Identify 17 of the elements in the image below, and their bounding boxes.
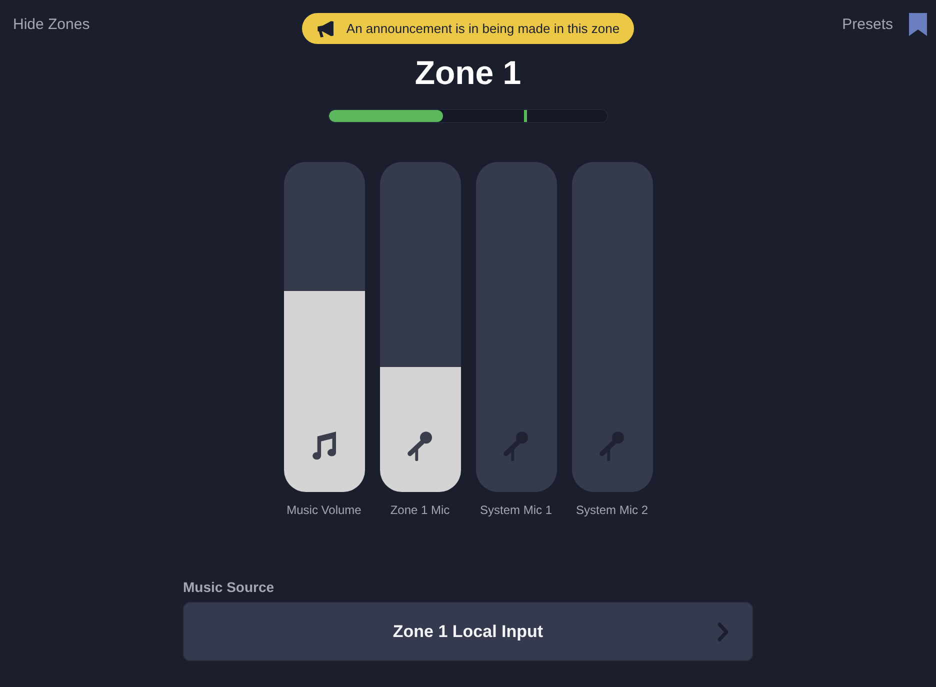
fader-label: Zone 1 Mic [390, 502, 450, 518]
fader-label: Music Volume [286, 502, 362, 518]
volume-slider-track[interactable] [284, 162, 364, 492]
zone-title: Zone 1 [414, 53, 522, 93]
music-source-label: Music Source [183, 578, 274, 596]
megaphone-icon [316, 18, 336, 38]
music-source-selector[interactable]: Zone 1 Local Input [183, 602, 753, 661]
volume-slider-track[interactable] [572, 162, 652, 492]
hide-zones-button[interactable]: Hide Zones [13, 16, 90, 34]
fader-label: System Mic 2 [576, 502, 648, 518]
presets-button[interactable]: Presets [842, 16, 893, 34]
fader-label: System Mic 1 [480, 502, 552, 518]
volume-slider-track[interactable] [476, 162, 556, 492]
bookmark-icon[interactable] [909, 13, 927, 36]
announcement-text: An announcement is in being made in this zone [346, 20, 620, 36]
chevron-right-icon [717, 622, 729, 642]
volume-slider-track[interactable] [380, 162, 460, 492]
